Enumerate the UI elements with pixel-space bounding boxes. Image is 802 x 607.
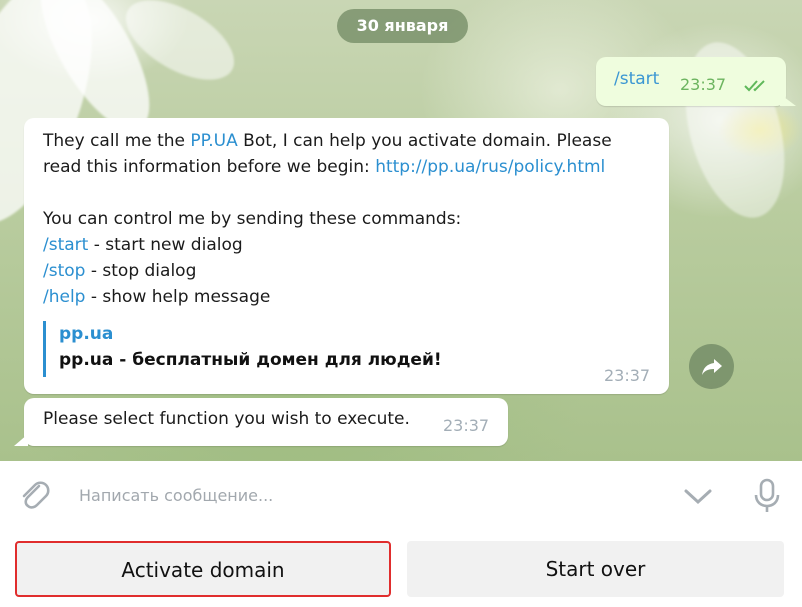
intro-text-cont: Bot, I can help you activate domain. Ple…: [237, 131, 612, 151]
incoming-message: They call me the PP.UA Bot, I can help y…: [24, 118, 669, 394]
link-preview[interactable]: pp.ua pp.ua - бесплатный домен для людей…: [43, 321, 443, 377]
intro-text: They call me the: [43, 131, 191, 151]
outgoing-message-time: 23:37: [680, 75, 727, 94]
share-icon: [701, 358, 722, 375]
command-stop-link[interactable]: /stop: [43, 261, 85, 281]
link-preview-title: pp.ua: [59, 324, 114, 344]
start-over-button[interactable]: Start over: [407, 541, 784, 597]
incoming-message-text: They call me the PP.UA Bot, I can help y…: [43, 128, 653, 310]
attach-icon[interactable]: [18, 476, 50, 514]
outgoing-message-text: /start: [614, 69, 660, 89]
policy-link[interactable]: http://pp.ua/rus/policy.html: [375, 157, 605, 177]
command-start-link[interactable]: /start: [43, 235, 88, 255]
command-start-desc: - start new dialog: [88, 235, 243, 255]
date-separator: 30 января: [337, 9, 468, 43]
command-stop-desc: - stop dialog: [85, 261, 197, 281]
read-text: read this information before we begin:: [43, 157, 376, 177]
link-preview-description: pp.ua - бесплатный домен для людей!: [59, 350, 442, 370]
incoming-message-2: Please select function you wish to execu…: [24, 398, 508, 446]
share-button[interactable]: [689, 344, 734, 389]
commands-intro: You can control me by sending these comm…: [43, 209, 462, 229]
incoming-message-time: 23:37: [604, 366, 651, 385]
ppua-link[interactable]: PP.UA: [190, 131, 237, 151]
double-check-icon: [744, 80, 765, 92]
message-input[interactable]: [79, 480, 659, 510]
command-help-desc: - show help message: [85, 287, 271, 307]
incoming-message-2-time: 23:37: [443, 416, 490, 435]
incoming-message-2-text: Please select function you wish to execu…: [43, 409, 410, 429]
activate-domain-button[interactable]: Activate domain: [15, 541, 391, 597]
microphone-icon[interactable]: [752, 478, 782, 514]
chat-area: 30 января /start 23:37 They call me the …: [0, 0, 802, 461]
chevron-down-icon[interactable]: [683, 487, 713, 507]
command-help-link[interactable]: /help: [43, 287, 85, 307]
outgoing-message: /start 23:37: [596, 57, 786, 106]
